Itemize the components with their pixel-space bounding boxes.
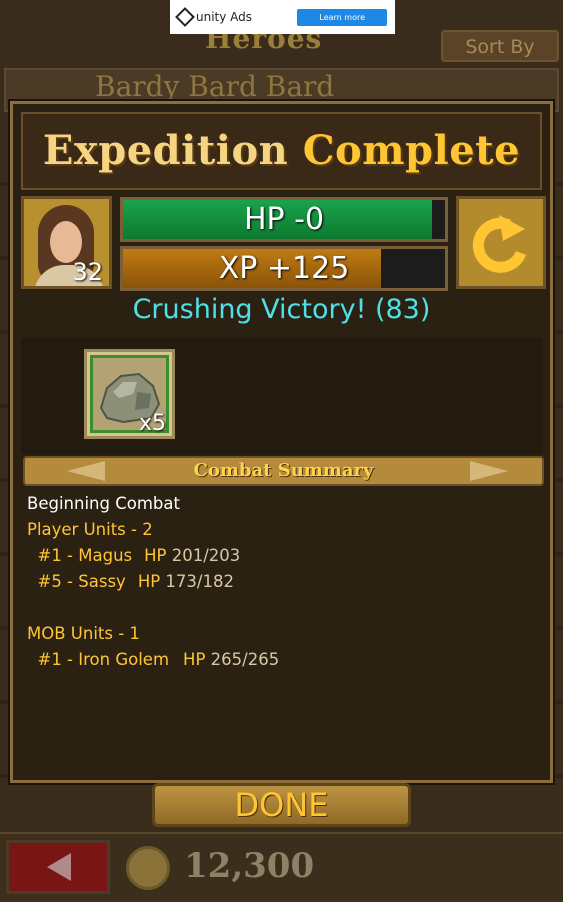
next-arrow-icon[interactable]: [470, 461, 508, 481]
dialog-title-part2: Complete: [302, 127, 521, 174]
expedition-complete-dialog: Expedition Complete 32 HP -0 XP +125 Cru…: [10, 101, 553, 783]
combat-summary-title: Combat Summary: [193, 460, 374, 481]
hp-text: HP -0: [243, 202, 325, 237]
hp-label: HP: [137, 572, 161, 591]
hero-level: 32: [72, 258, 103, 286]
ad-brand: unity Ads: [196, 10, 253, 24]
loot-item[interactable]: x5: [84, 349, 175, 439]
back-arrow-icon: [47, 853, 71, 881]
unity-cube-icon: [175, 7, 195, 27]
ad-learn-more-button[interactable]: Learn more: [297, 8, 387, 26]
hero-row-name: Bardy Bard Bard: [95, 70, 335, 103]
coin-icon: [126, 846, 170, 890]
unit-hp: 201/203: [171, 546, 241, 565]
player-unit-row: #1 - Magus HP 201/203: [27, 543, 537, 569]
sort-by-button[interactable]: Sort By: [441, 30, 559, 62]
unit-name: #1 - Magus: [27, 546, 133, 565]
hp-label: HP: [144, 546, 167, 565]
unit-hp: 173/182: [165, 572, 234, 591]
xp-text: XP +125: [218, 251, 350, 286]
player-unit-row: #5 - Sassy HP 173/182: [27, 569, 537, 595]
done-button[interactable]: DONE: [152, 783, 411, 827]
repeat-expedition-button[interactable]: [456, 196, 546, 289]
hero-portrait[interactable]: 32: [21, 196, 112, 289]
unity-ads-logo: unity Ads: [175, 7, 253, 27]
unit-hp: 265/265: [210, 650, 280, 669]
mob-units-header: MOB Units - 1: [27, 624, 140, 643]
hp-bar: HP -0: [120, 197, 448, 242]
unit-name: #1 - Iron Golem: [27, 650, 170, 669]
mob-unit-row: #1 - Iron Golem HP 265/265: [27, 647, 537, 673]
unit-name: #5 - Sassy: [27, 572, 126, 591]
coin-count: 12,300: [184, 846, 315, 886]
dialog-title-part1: Expedition: [42, 127, 289, 174]
portrait-face: [50, 221, 82, 263]
xp-bar: XP +125: [120, 246, 448, 291]
ad-banner[interactable]: unity Ads Learn more: [170, 0, 395, 34]
combat-log: Beginning Combat Player Units - 2 #1 - M…: [27, 491, 537, 673]
combat-summary-bar: Combat Summary: [23, 456, 544, 486]
log-line: Beginning Combat: [27, 494, 180, 513]
loot-quantity: x5: [138, 411, 166, 436]
battle-result: Crushing Victory! (83): [132, 294, 431, 325]
refresh-icon: [472, 214, 527, 273]
back-button[interactable]: [6, 840, 110, 894]
log-spacer: [27, 595, 537, 621]
hp-label: HP: [183, 650, 206, 669]
player-units-header: Player Units - 2: [27, 520, 153, 539]
dialog-title: Expedition Complete: [21, 112, 542, 190]
